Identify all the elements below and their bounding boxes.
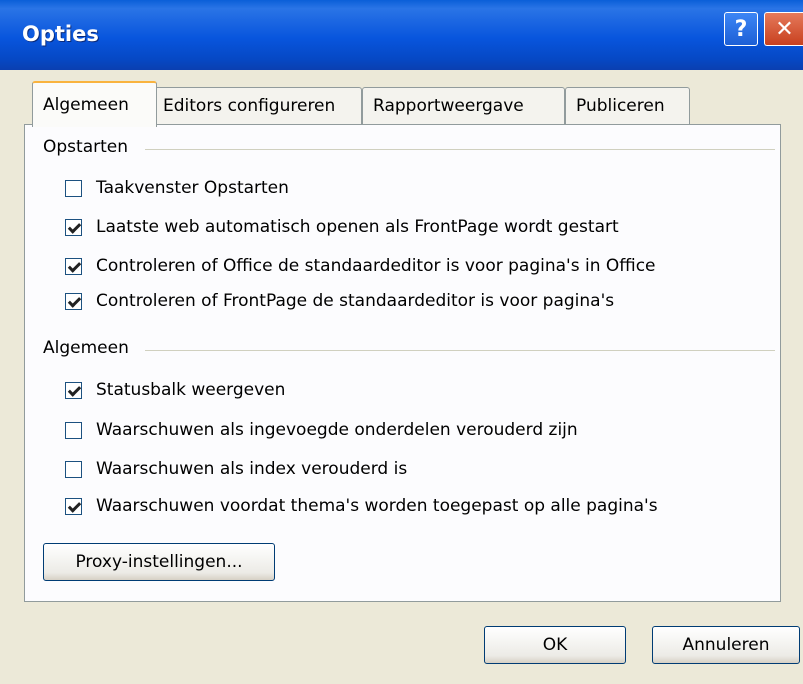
tab-label: Publiceren bbox=[576, 96, 665, 116]
checkbox-office-standaardeditor[interactable]: Controleren of Office de standaardeditor… bbox=[65, 255, 656, 277]
checkbox-label: Taakvenster Opstarten bbox=[96, 178, 289, 198]
checkbox-taakvenster-opstarten[interactable]: Taakvenster Opstarten bbox=[65, 177, 289, 199]
tab-label: Rapportweergave bbox=[373, 96, 524, 116]
tab-editors-configureren[interactable]: Editors configureren bbox=[152, 87, 362, 124]
checkbox[interactable] bbox=[65, 460, 82, 478]
checkbox-label: Waarschuwen voordat thema's worden toege… bbox=[96, 496, 658, 516]
group-title-algemeen: Algemeen bbox=[43, 338, 137, 358]
tab-panel-algemeen: Opstarten Taakvenster Opstarten Laatste … bbox=[24, 124, 781, 602]
checkbox-label: Laatste web automatisch openen als Front… bbox=[96, 217, 619, 237]
checkbox-label: Waarschuwen als index verouderd is bbox=[96, 459, 408, 479]
group-title-opstarten: Opstarten bbox=[43, 137, 136, 157]
checkbox-statusbalk-weergeven[interactable]: Statusbalk weergeven bbox=[65, 379, 285, 401]
checkbox-laatste-web-openen[interactable]: Laatste web automatisch openen als Front… bbox=[65, 216, 619, 238]
checkbox[interactable] bbox=[65, 218, 82, 236]
checkbox-label: Controleren of Office de standaardeditor… bbox=[96, 256, 656, 276]
checkbox-index-verouderd[interactable]: Waarschuwen als index verouderd is bbox=[65, 458, 407, 480]
checkbox-themas-toepassen[interactable]: Waarschuwen voordat thema's worden toege… bbox=[65, 495, 658, 517]
close-button[interactable]: ✕ bbox=[764, 12, 803, 46]
checkbox-frontpage-standaardeditor[interactable]: Controleren of FrontPage de standaardedi… bbox=[65, 290, 614, 312]
checkbox[interactable] bbox=[65, 381, 82, 399]
title-bar[interactable]: Opties ? ✕ bbox=[0, 0, 803, 70]
tab-label: Editors configureren bbox=[163, 96, 336, 116]
checkbox[interactable] bbox=[65, 292, 82, 310]
help-button[interactable]: ? bbox=[724, 12, 758, 46]
checkbox[interactable] bbox=[65, 497, 82, 515]
tab-rapportweergave[interactable]: Rapportweergave bbox=[362, 87, 565, 124]
group-divider bbox=[145, 350, 775, 351]
tab-label: Algemeen bbox=[43, 95, 129, 115]
checkbox-label: Waarschuwen als ingevoegde onderdelen ve… bbox=[96, 420, 578, 440]
window-title: Opties bbox=[22, 22, 99, 46]
checkbox[interactable] bbox=[65, 421, 82, 439]
checkbox-onderdelen-verouderd[interactable]: Waarschuwen als ingevoegde onderdelen ve… bbox=[65, 419, 578, 441]
checkbox-label: Controleren of FrontPage de standaardedi… bbox=[96, 291, 615, 311]
tab-algemeen[interactable]: Algemeen bbox=[32, 81, 157, 127]
checkbox[interactable] bbox=[65, 179, 82, 197]
help-icon: ? bbox=[734, 16, 748, 42]
group-divider bbox=[145, 149, 775, 150]
tab-publiceren[interactable]: Publiceren bbox=[565, 87, 690, 124]
checkbox[interactable] bbox=[65, 257, 82, 275]
cancel-button[interactable]: Annuleren bbox=[652, 626, 800, 664]
checkbox-label: Statusbalk weergeven bbox=[96, 380, 286, 400]
close-icon: ✕ bbox=[775, 16, 794, 42]
ok-button[interactable]: OK bbox=[484, 626, 626, 664]
proxy-settings-button[interactable]: Proxy-instellingen... bbox=[43, 543, 275, 581]
